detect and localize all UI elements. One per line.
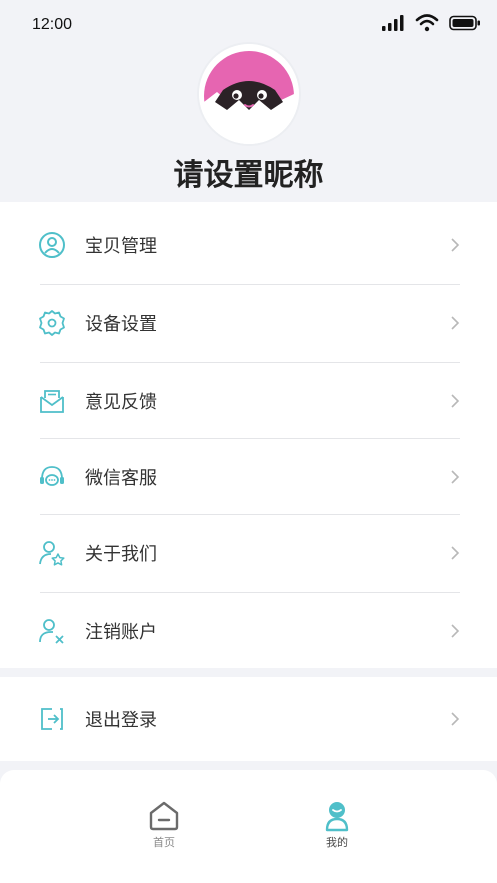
menu-item-label: 注销账户 <box>85 622 157 643</box>
nickname-label[interactable]: 请设置昵称 <box>0 150 497 194</box>
logout-card: 退出登录 <box>0 677 497 761</box>
home-icon <box>149 801 179 831</box>
profile-header: 请设置昵称 <box>0 0 497 202</box>
menu-item-about-us[interactable]: 关于我们 <box>0 514 497 592</box>
tab-home[interactable]: 首页 <box>124 800 204 860</box>
menu-item-label: 关于我们 <box>85 544 157 565</box>
chevron-right-icon <box>451 470 460 484</box>
chevron-right-icon <box>451 238 460 252</box>
baby-profile-icon <box>39 232 65 258</box>
profile-icon <box>325 802 349 832</box>
menu-item-label: 设备设置 <box>85 314 157 335</box>
exit-icon <box>41 708 63 730</box>
avatar[interactable] <box>199 44 299 144</box>
gear-icon <box>39 310 65 336</box>
user-star-icon <box>39 541 65 566</box>
menu-card: 宝贝管理 设备设置 意见反馈 微信客服 关于我们 注销账户 <box>0 202 497 668</box>
menu-item-feedback[interactable]: 意见反馈 <box>0 362 497 440</box>
chevron-right-icon <box>451 712 460 726</box>
chevron-right-icon <box>451 316 460 330</box>
tab-bar: 首页 我的 <box>0 770 497 883</box>
menu-item-device-settings[interactable]: 设备设置 <box>0 284 497 362</box>
menu-item-baby-management[interactable]: 宝贝管理 <box>0 206 497 284</box>
menu-item-label: 宝贝管理 <box>85 236 157 257</box>
menu-item-label: 意见反馈 <box>85 392 157 413</box>
tab-label: 我的 <box>326 836 348 849</box>
chevron-right-icon <box>451 394 460 408</box>
tab-label: 首页 <box>153 836 175 849</box>
user-remove-icon <box>39 619 64 644</box>
menu-item-label: 微信客服 <box>85 468 157 489</box>
menu-item-wechat-service[interactable]: 微信客服 <box>0 438 497 516</box>
egg-mascot-icon <box>199 44 299 144</box>
menu-item-delete-account[interactable]: 注销账户 <box>0 592 497 670</box>
headset-chat-icon <box>40 466 64 486</box>
tab-mine[interactable]: 我的 <box>297 800 377 860</box>
chevron-right-icon <box>451 624 460 638</box>
feedback-envelope-icon <box>40 390 64 413</box>
logout-button[interactable]: 退出登录 <box>0 680 497 758</box>
logout-label: 退出登录 <box>85 710 157 731</box>
chevron-right-icon <box>451 546 460 560</box>
